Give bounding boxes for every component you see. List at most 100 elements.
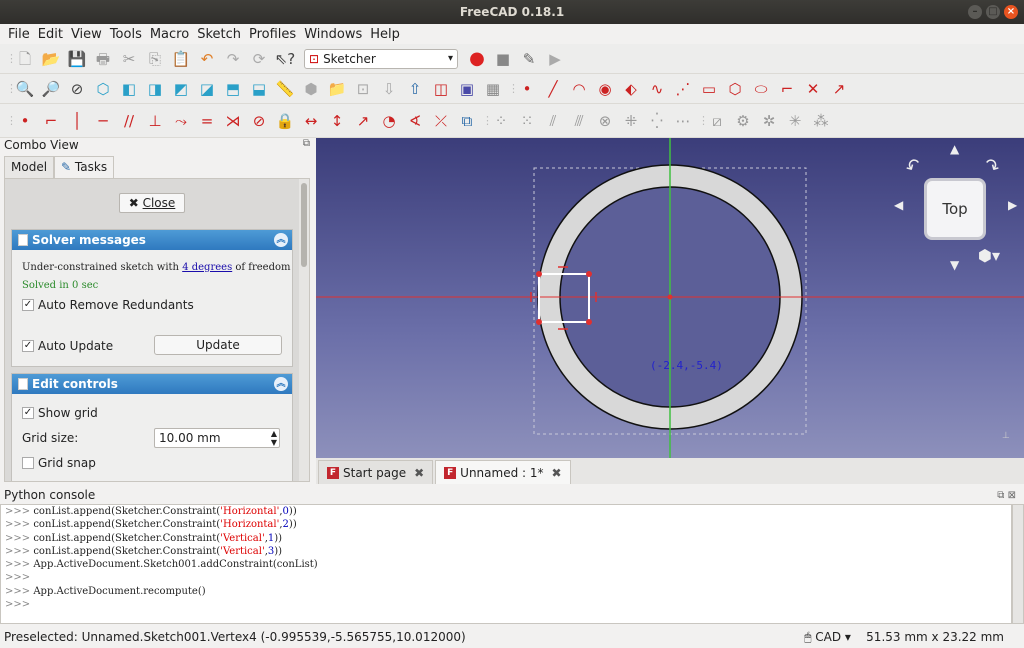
task-panel-scrollbar[interactable] <box>299 179 309 481</box>
create-fillet-icon[interactable]: ⌐ <box>776 78 798 100</box>
spin-arrows-icon[interactable]: ▲ ▼ <box>271 429 277 447</box>
left-view-icon[interactable]: ⬓ <box>248 78 270 100</box>
rect-vertex[interactable] <box>586 271 592 277</box>
create-point-icon[interactable]: • <box>516 78 538 100</box>
create-polyline-icon[interactable]: ⋰ <box>672 78 694 100</box>
menu-view[interactable]: View <box>67 27 106 42</box>
solver-messages-header[interactable]: Solver messages ︽ <box>12 230 292 250</box>
print-icon[interactable]: 🖶 <box>92 48 114 70</box>
isometric-view-icon[interactable]: ⬡ <box>92 78 114 100</box>
draw-style-icon[interactable]: ⊘ <box>66 78 88 100</box>
constrain-symmetric-icon[interactable]: ⋊ <box>222 110 244 132</box>
top-view-icon[interactable]: ◨ <box>144 78 166 100</box>
front-view-icon[interactable]: ◧ <box>118 78 140 100</box>
create-arc-icon[interactable]: ◠ <box>568 78 590 100</box>
menu-macro[interactable]: Macro <box>146 27 193 42</box>
constrain-perpendicular-icon[interactable]: ⊥ <box>144 110 166 132</box>
undo-icon[interactable]: ↶ <box>196 48 218 70</box>
close-tab-icon[interactable]: ✖ <box>414 462 424 484</box>
update-button[interactable]: Update <box>154 335 282 355</box>
tab-start-page[interactable]: F Start page ✖ <box>318 460 434 484</box>
navigation-cube[interactable]: ↶ ▲ ↷ ◀ Top ▶ ▼ ⬢▾ <box>894 142 1022 272</box>
constrain-block-icon[interactable]: ⊘ <box>248 110 270 132</box>
stop-macro-icon[interactable]: ■ <box>492 48 514 70</box>
constrain-parallel-icon[interactable]: ∕∕ <box>118 110 140 132</box>
create-slot-icon[interactable]: ⬭ <box>750 78 772 100</box>
constrain-coincident-icon[interactable]: • <box>14 110 36 132</box>
arrow-left-icon[interactable]: ◀ <box>894 198 903 212</box>
refresh-icon[interactable]: ⟳ <box>248 48 270 70</box>
create-bspline-icon[interactable]: ∿ <box>646 78 668 100</box>
edit-macro-icon[interactable]: ✎ <box>518 48 540 70</box>
constrain-snell-icon[interactable]: ⤫ <box>430 110 452 132</box>
run-macro-icon[interactable]: ▶ <box>544 48 566 70</box>
select-constraints-icon[interactable]: ⁘ <box>490 110 512 132</box>
extend-edge-icon[interactable]: ↗ <box>828 78 850 100</box>
new-sketch-icon[interactable]: ⊡ <box>352 78 374 100</box>
console-scrollbar[interactable] <box>1012 504 1024 624</box>
bottom-view-icon[interactable]: ⬒ <box>222 78 244 100</box>
right-view-icon[interactable]: ◩ <box>170 78 192 100</box>
cut-icon[interactable]: ✂ <box>118 48 140 70</box>
collapse-icon[interactable]: ︽ <box>274 233 288 247</box>
constrain-point-on-object-icon[interactable]: ⌐ <box>40 110 62 132</box>
rotate-right-icon[interactable]: ↷ <box>980 154 1004 180</box>
redo-icon[interactable]: ↷ <box>222 48 244 70</box>
trim-edge-icon[interactable]: ✕ <box>802 78 824 100</box>
construction-mode-icon[interactable]: ⧄ <box>706 110 728 132</box>
create-conic-icon[interactable]: ⬖ <box>620 78 642 100</box>
view-menu-icon[interactable]: ⬢▾ <box>978 246 1000 265</box>
bspline-icon[interactable]: ⚙ <box>732 110 754 132</box>
collapse-icon[interactable]: ︽ <box>274 377 288 391</box>
open-file-icon[interactable]: 📂 <box>40 48 62 70</box>
auto-update-checkbox[interactable]: ✓ Auto Update <box>22 339 113 353</box>
constrain-vertical-icon[interactable]: │ <box>66 110 88 132</box>
group-icon[interactable]: 📁 <box>326 78 348 100</box>
paste-icon[interactable]: 📋 <box>170 48 192 70</box>
rect-vertex[interactable] <box>536 319 542 325</box>
toggle-driving-icon[interactable]: ⧉ <box>456 110 478 132</box>
menu-file[interactable]: File <box>4 27 34 42</box>
tab-unnamed[interactable]: F Unnamed : 1* ✖ <box>435 460 571 484</box>
select-origin-icon[interactable]: ⁙ <box>516 110 538 132</box>
constrain-distance-icon[interactable]: ↗ <box>352 110 374 132</box>
create-rectangle-icon[interactable]: ▭ <box>698 78 720 100</box>
workbench-selector[interactable]: ⊡ Sketcher <box>304 48 458 69</box>
minimize-icon[interactable]: – <box>968 5 982 19</box>
save-icon[interactable]: 💾 <box>66 48 88 70</box>
auto-remove-redundants-checkbox[interactable]: ✓ Auto Remove Redundants <box>22 298 194 312</box>
leave-sketch-icon[interactable]: ⇧ <box>404 78 426 100</box>
arrow-down-icon[interactable]: ▼ <box>950 258 959 272</box>
nav-cube-face-top[interactable]: Top <box>924 178 986 240</box>
tab-model[interactable]: Model <box>4 156 55 178</box>
python-console[interactable]: >>> conList.append(Sketcher.Constraint('… <box>0 504 1012 624</box>
symmetry-icon[interactable]: ✲ <box>758 110 780 132</box>
console-undock-icon[interactable]: ⧉ ⊠ <box>997 490 1016 501</box>
close-icon[interactable]: × <box>1004 5 1018 19</box>
view-sketch-icon[interactable]: ◫ <box>430 78 452 100</box>
select-conflicting-icon[interactable]: ⁛ <box>646 110 668 132</box>
edit-controls-header[interactable]: Edit controls ︽ <box>12 374 292 394</box>
measure-icon[interactable]: 📏 <box>274 78 296 100</box>
whats-this-icon[interactable]: ⇖? <box>274 48 296 70</box>
rect-vertex[interactable] <box>536 271 542 277</box>
select-vertical-axis-icon[interactable]: ⫻ <box>568 110 590 132</box>
create-line-icon[interactable]: ╱ <box>542 78 564 100</box>
menu-windows[interactable]: Windows <box>300 27 366 42</box>
close-tab-icon[interactable]: ✖ <box>552 462 562 484</box>
constrain-horizontal-distance-icon[interactable]: ↔ <box>300 110 322 132</box>
toggle-grid-icon[interactable]: ▦ <box>482 78 504 100</box>
select-redundant-icon[interactable]: ⁜ <box>620 110 642 132</box>
rect-vertex[interactable] <box>586 319 592 325</box>
constrain-tangent-icon[interactable]: ⤳ <box>170 110 192 132</box>
menu-help[interactable]: Help <box>366 27 404 42</box>
show-hide-geometry-icon[interactable]: ⋯ <box>672 110 694 132</box>
fit-all-icon[interactable]: 🔍 <box>14 78 36 100</box>
origin-point[interactable] <box>667 294 673 300</box>
constrain-equal-icon[interactable]: = <box>196 110 218 132</box>
arrow-up-icon[interactable]: ▲ <box>950 142 959 156</box>
view-section-icon[interactable]: ▣ <box>456 78 478 100</box>
constrain-vertical-distance-icon[interactable]: ↕ <box>326 110 348 132</box>
arrow-right-icon[interactable]: ▶ <box>1008 198 1017 212</box>
menu-tools[interactable]: Tools <box>106 27 146 42</box>
